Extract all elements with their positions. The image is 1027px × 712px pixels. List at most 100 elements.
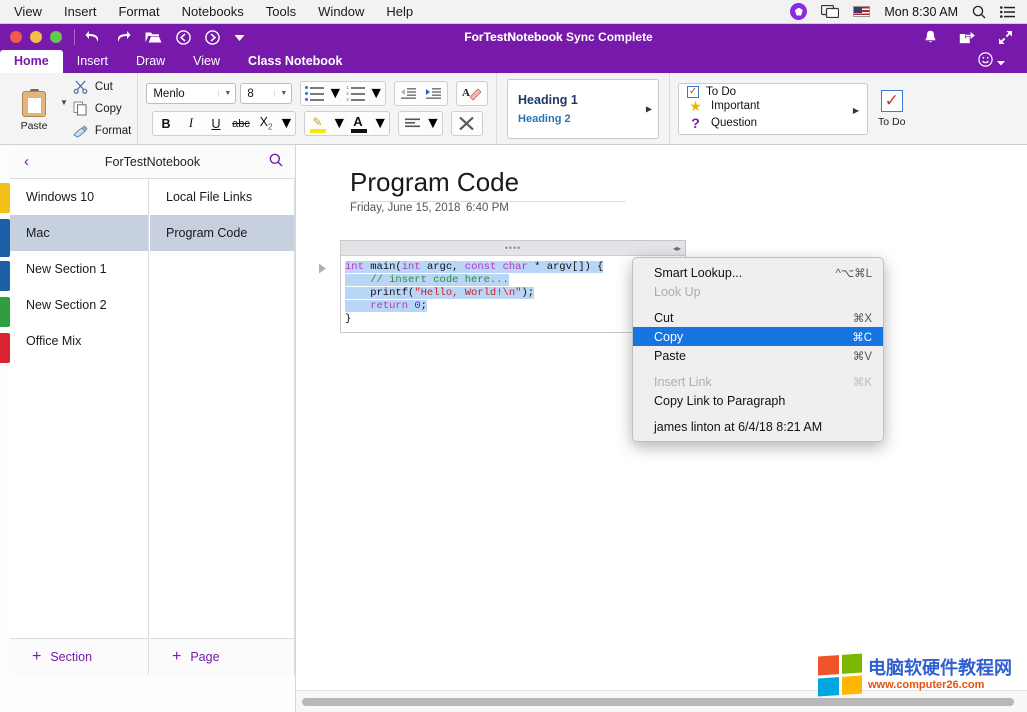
clear-formatting-button[interactable]: A <box>458 82 486 105</box>
section-item-new-section-2[interactable]: New Section 2 <box>10 287 148 323</box>
menu-window[interactable]: Window <box>318 4 364 19</box>
open-folder-icon[interactable] <box>145 30 162 44</box>
add-page-button[interactable]: + Page <box>150 638 294 675</box>
format-painter-button[interactable]: Format <box>72 121 131 140</box>
italic-button[interactable]: I <box>179 112 204 135</box>
font-size-combo[interactable]: 8 ▼ <box>240 83 292 104</box>
font-color-caret-icon[interactable]: ▼ <box>372 115 388 133</box>
page-item-local-file-links[interactable]: Local File Links <box>150 179 294 215</box>
cut-button[interactable]: Cut <box>72 77 131 96</box>
tag-to-do[interactable]: ✓ To Do <box>687 86 859 98</box>
align-button[interactable] <box>400 112 425 135</box>
decrease-indent-button[interactable] <box>396 82 421 105</box>
tag-question[interactable]: ? Question <box>687 115 859 132</box>
overflow-caret-icon[interactable] <box>234 33 245 42</box>
menu-view[interactable]: View <box>14 4 42 19</box>
menu-help[interactable]: Help <box>386 4 413 19</box>
tab-draw[interactable]: Draw <box>122 50 179 73</box>
subscript-caret-icon[interactable]: ▼ <box>279 115 295 133</box>
expand-icon[interactable] <box>998 30 1013 45</box>
bullet-list-caret-icon[interactable]: ▼ <box>327 85 343 103</box>
gem-icon[interactable] <box>790 3 807 20</box>
close-button[interactable] <box>10 31 22 43</box>
tab-view[interactable]: View <box>179 50 234 73</box>
context-menu-item[interactable]: Paste⌘V <box>633 346 883 365</box>
section-item-mac[interactable]: Mac <box>10 215 148 251</box>
section-color-mac <box>0 219 10 257</box>
spotlight-search-icon[interactable] <box>972 5 986 19</box>
add-section-button[interactable]: + Section <box>10 638 148 675</box>
resize-handle-icon[interactable]: ◂▸ <box>673 244 681 253</box>
tags-gallery[interactable]: ✓ To Do ★ Important ? Question ▶ <box>678 83 868 135</box>
search-icon[interactable] <box>269 153 283 170</box>
redo-icon[interactable] <box>115 30 131 44</box>
us-flag-icon[interactable] <box>853 6 870 17</box>
copy-button[interactable]: Copy <box>72 99 131 118</box>
bell-icon[interactable] <box>924 30 937 44</box>
numbered-list-caret-icon[interactable]: ▼ <box>368 85 384 103</box>
style-heading-1[interactable]: Heading 1 <box>514 90 652 110</box>
numbered-list-button[interactable]: 1 2 3 <box>343 82 368 105</box>
bullet-list-button[interactable] <box>302 82 327 105</box>
forward-icon[interactable] <box>205 30 220 45</box>
ribbon-group-tags: ✓ To Do ★ Important ? Question ▶ ✓ To Do <box>669 73 923 144</box>
underline-button[interactable]: U <box>204 112 229 135</box>
menu-notebooks[interactable]: Notebooks <box>182 4 244 19</box>
tab-class-notebook[interactable]: Class Notebook <box>234 50 356 73</box>
back-chevron-icon[interactable]: ‹ <box>24 153 29 170</box>
feedback-smiley-group[interactable] <box>978 52 1005 72</box>
align-caret-icon[interactable]: ▼ <box>425 115 441 133</box>
context-menu-item[interactable]: Copy Link to Paragraph <box>633 391 883 410</box>
paste-button[interactable]: Paste <box>10 85 58 132</box>
menu-insert[interactable]: Insert <box>64 4 97 19</box>
tags-more-caret-icon[interactable]: ▶ <box>853 106 859 115</box>
tab-home[interactable]: Home <box>0 50 63 73</box>
bold-button[interactable]: B <box>154 112 179 135</box>
screen-share-icon[interactable] <box>821 5 839 18</box>
watermark-url: www.computer26.com <box>868 678 1012 692</box>
highlight-caret-icon[interactable]: ▼ <box>331 115 347 133</box>
section-item-office-mix[interactable]: Office Mix <box>10 323 148 359</box>
notification-center-icon[interactable] <box>1000 6 1015 18</box>
minimize-button[interactable] <box>30 31 42 43</box>
subscript-button[interactable]: X2 <box>254 112 279 135</box>
font-size-caret-icon[interactable]: ▼ <box>274 90 287 97</box>
menu-format[interactable]: Format <box>118 4 159 19</box>
increase-indent-button[interactable] <box>421 82 446 105</box>
paste-dropdown-caret-icon[interactable]: ▼ <box>60 98 68 107</box>
page-title[interactable]: Program Code <box>350 167 519 198</box>
highlight-button[interactable]: ✎ <box>306 112 331 135</box>
undo-icon[interactable] <box>85 30 101 44</box>
section-item-windows-10[interactable]: Windows 10 <box>10 179 148 215</box>
note-drag-handle-icon[interactable] <box>316 262 330 276</box>
tab-insert[interactable]: Insert <box>63 50 122 73</box>
style-heading-2[interactable]: Heading 2 <box>514 110 652 128</box>
clear-button[interactable] <box>453 112 481 135</box>
numbered-list-icon: 1 2 3 <box>346 86 365 101</box>
context-menu[interactable]: Smart Lookup...^⌥⌘LLook UpCut⌘XCopy⌘CPas… <box>632 257 884 442</box>
context-menu-item[interactable]: Cut⌘X <box>633 308 883 327</box>
styles-gallery[interactable]: Heading 1 Heading 2 ▶ <box>507 79 659 139</box>
font-family-combo[interactable]: Menlo ▼ <box>146 83 236 104</box>
font-color-button[interactable]: A <box>347 112 372 135</box>
context-menu-item[interactable]: james linton at 6/4/18 8:21 AM <box>633 417 883 436</box>
styles-more-caret-icon[interactable]: ▶ <box>646 104 652 113</box>
share-icon[interactable] <box>959 30 976 44</box>
section-item-new-section-1[interactable]: New Section 1 <box>10 251 148 287</box>
back-icon[interactable] <box>176 30 191 45</box>
page-time[interactable]: 6:40 PM <box>466 202 509 214</box>
font-family-caret-icon[interactable]: ▼ <box>218 90 231 97</box>
context-menu-item[interactable]: Copy⌘C <box>633 327 883 346</box>
context-menu-item[interactable]: Smart Lookup...^⌥⌘L <box>633 263 883 282</box>
page-date[interactable]: Friday, June 15, 2018 <box>350 202 460 214</box>
horizontal-scrollbar-thumb[interactable] <box>302 698 1014 706</box>
to-do-tag-button[interactable]: ✓ To Do <box>868 90 915 128</box>
page-item-program-code[interactable]: Program Code <box>150 215 294 251</box>
smiley-caret-icon[interactable] <box>997 53 1005 71</box>
zoom-button[interactable] <box>50 31 62 43</box>
note-container-grip[interactable]: •••• ◂▸ <box>341 241 685 256</box>
tag-important[interactable]: ★ Important <box>687 98 859 115</box>
strikethrough-button[interactable]: abc <box>229 112 254 135</box>
menu-tools[interactable]: Tools <box>266 4 296 19</box>
smiley-icon[interactable] <box>978 52 993 72</box>
